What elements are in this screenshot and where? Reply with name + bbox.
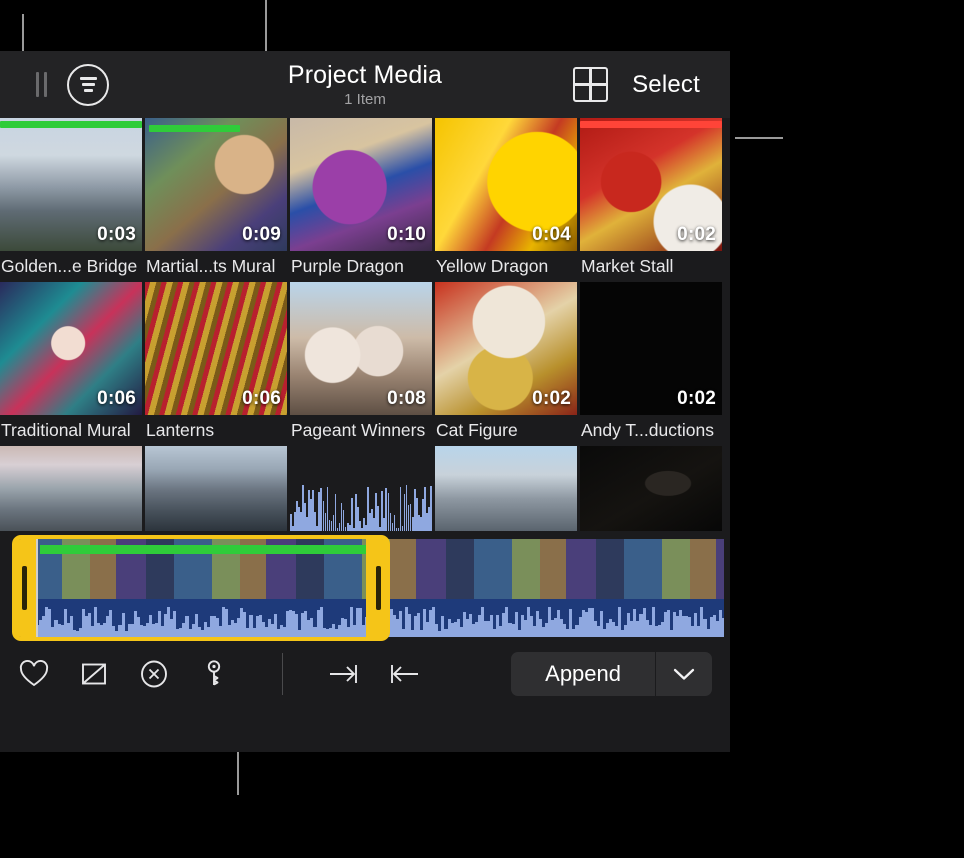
duration-badge: 0:08: [387, 388, 426, 409]
project-media-panel: Project Media 1 Item Select 0:03 Golden..…: [0, 51, 730, 752]
filmstrip[interactable]: [0, 533, 730, 643]
media-item[interactable]: 0:02 Cat Figure: [435, 282, 577, 446]
media-item-label: Market Stall: [581, 256, 674, 276]
duration-badge: 0:06: [97, 388, 136, 409]
grid-view-icon[interactable]: [573, 67, 609, 102]
media-thumbnail[interactable]: 0:06: [0, 282, 142, 415]
media-row: 0:03 Golden...e Bridge 0:09 Martial...ts Mu…: [0, 118, 730, 282]
media-item[interactable]: 0:03 Golden...e Bridge: [0, 118, 142, 282]
chevron-down-icon[interactable]: [656, 652, 712, 696]
media-item[interactable]: 0:08 Pageant Winners: [290, 282, 432, 446]
used-indicator-bar: [580, 121, 722, 128]
media-item-label: Pageant Winners: [291, 420, 426, 440]
select-button[interactable]: Select: [632, 71, 700, 99]
media-thumbnail[interactable]: 0:08: [290, 282, 432, 415]
duration-badge: 0:04: [532, 224, 571, 245]
set-range-end-icon[interactable]: [327, 658, 359, 690]
media-item[interactable]: 0:06 Traditional Mural: [0, 282, 142, 446]
thumbnail-art: [145, 446, 287, 531]
rating-tools: [0, 653, 419, 695]
media-item-label: Purple Dragon: [291, 256, 404, 276]
duration-badge: 0:06: [242, 388, 281, 409]
duration-badge: 0:03: [97, 224, 136, 245]
media-thumbnail[interactable]: 0:02: [580, 118, 722, 251]
thumbnail-art: [580, 446, 722, 531]
duration-badge: 0:10: [387, 224, 426, 245]
media-thumbnail[interactable]: [145, 446, 287, 531]
set-range-start-icon[interactable]: [387, 658, 419, 690]
append-control: Append: [511, 652, 712, 696]
media-row: 0:06 Traditional Mural 0:06 Lanterns 0:08 Pag…: [0, 282, 730, 446]
media-item-label: Traditional Mural: [1, 420, 131, 440]
media-thumbnail[interactable]: 0:02: [435, 282, 577, 415]
media-thumbnail[interactable]: [290, 446, 432, 531]
callout-line-right: [735, 137, 783, 139]
trim-handle-left[interactable]: [12, 539, 36, 637]
unrate-slash-icon[interactable]: [78, 658, 110, 690]
media-thumbnail[interactable]: 0:04: [435, 118, 577, 251]
panel-header: Project Media 1 Item Select: [0, 51, 730, 118]
media-thumbnail[interactable]: [435, 446, 577, 531]
media-row-partial: [0, 446, 730, 531]
duration-badge: 0:02: [677, 388, 716, 409]
media-item[interactable]: 0:10 Purple Dragon: [290, 118, 432, 282]
media-thumbnail[interactable]: 0:06: [145, 282, 287, 415]
media-item-label: Martial...ts Mural: [146, 256, 276, 276]
used-indicator-bar: [149, 125, 241, 132]
media-item[interactable]: 0:09 Martial...ts Mural: [145, 118, 287, 282]
keyword-key-icon[interactable]: [198, 658, 230, 690]
media-thumbnail[interactable]: 0:10: [290, 118, 432, 251]
header-title-block: Project Media 1 Item: [246, 61, 484, 109]
filter-sort-icon[interactable]: [67, 63, 109, 106]
media-item[interactable]: 0:02 Market Stall: [580, 118, 722, 282]
audio-waveform: [290, 459, 432, 531]
page-title: Project Media: [287, 60, 443, 89]
media-item-label: Cat Figure: [436, 420, 518, 440]
append-button[interactable]: Append: [511, 652, 655, 696]
media-thumbnail[interactable]: 0:09: [145, 118, 287, 251]
media-item[interactable]: 0:02 Andy T...ductions: [580, 282, 722, 446]
media-item[interactable]: [0, 446, 142, 531]
media-thumbnail[interactable]: [580, 446, 722, 531]
thumbnail-art: [435, 446, 577, 531]
screenshot-stage: Project Media 1 Item Select 0:03 Golden..…: [0, 0, 964, 858]
media-item[interactable]: 0:04 Yellow Dragon: [435, 118, 577, 282]
used-indicator-bar: [0, 121, 142, 128]
media-item[interactable]: 0:06 Lanterns: [145, 282, 287, 446]
duration-badge: 0:02: [532, 388, 571, 409]
media-thumbnail[interactable]: 0:02: [580, 282, 722, 415]
bottom-toolbar: Append: [0, 643, 730, 705]
media-item-label: Yellow Dragon: [436, 256, 549, 276]
media-item[interactable]: [290, 446, 432, 531]
duration-badge: 0:02: [677, 224, 716, 245]
header-left-controls: [0, 63, 246, 106]
header-right-controls: Select: [484, 67, 730, 102]
media-item[interactable]: [580, 446, 722, 531]
media-item[interactable]: [435, 446, 577, 531]
media-item-label: Lanterns: [146, 420, 215, 440]
media-browser[interactable]: 0:03 Golden...e Bridge 0:09 Martial...ts Mu…: [0, 118, 730, 531]
media-item-label: Andy T...ductions: [581, 420, 714, 440]
media-item-label: Golden...e Bridge: [1, 256, 138, 276]
media-thumbnail[interactable]: [0, 446, 142, 531]
duration-badge: 0:09: [242, 224, 281, 245]
drag-handle-icon[interactable]: [36, 72, 47, 97]
heart-icon[interactable]: [18, 658, 50, 690]
reject-circle-x-icon[interactable]: [138, 658, 170, 690]
range-selection[interactable]: [12, 535, 390, 641]
item-count: 1 Item: [344, 90, 386, 108]
trim-handle-right[interactable]: [366, 539, 390, 637]
thumbnail-art: [0, 446, 142, 531]
toolbar-divider: [282, 653, 283, 695]
media-thumbnail[interactable]: 0:03: [0, 118, 142, 251]
media-item[interactable]: [145, 446, 287, 531]
